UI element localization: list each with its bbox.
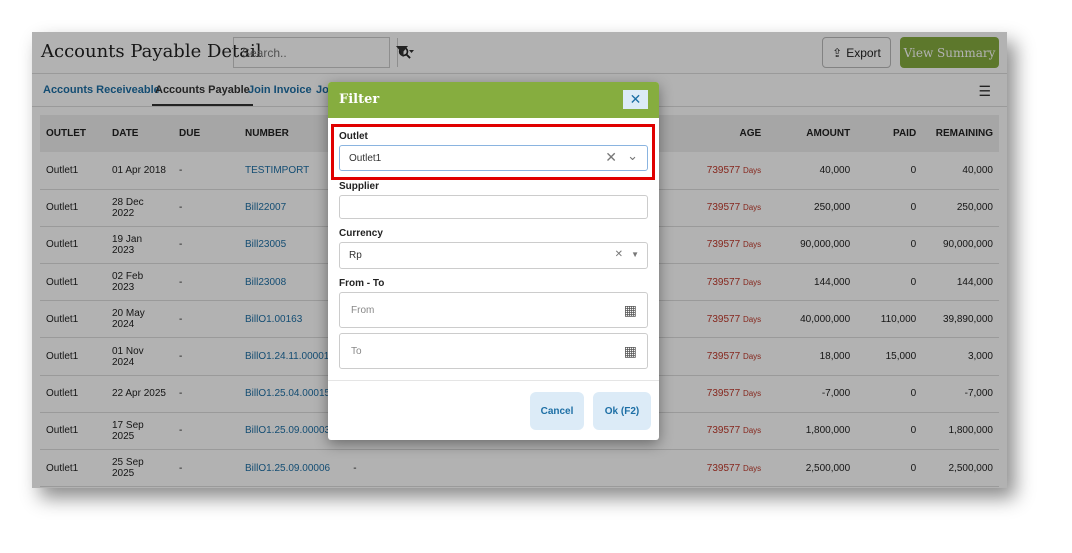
supplier-input[interactable] <box>339 195 648 219</box>
currency-select[interactable]: Rp ✕ ▼ <box>339 242 648 269</box>
calendar-icon[interactable]: ▦ <box>624 343 637 360</box>
outlet-value: Outlet1 <box>349 152 382 164</box>
dialog-divider <box>328 380 659 381</box>
ok-button[interactable]: Ok (F2) <box>593 392 651 430</box>
clear-icon[interactable]: ✕ <box>605 149 617 166</box>
cancel-button[interactable]: Cancel <box>530 392 584 430</box>
filter-dialog: Filter ✕ Outlet Outlet1 ✕ ⌄ Supplier Curr… <box>328 82 659 440</box>
dialog-header: Filter ✕ <box>328 82 659 118</box>
caret-down-icon[interactable]: ▼ <box>631 250 639 259</box>
supplier-label: Supplier <box>339 181 380 192</box>
currency-label: Currency <box>339 228 383 239</box>
currency-value: Rp <box>349 250 362 261</box>
dialog-title: Filter <box>339 92 380 107</box>
outlet-label: Outlet <box>339 131 368 142</box>
app-window: Accounts Payable Detail ⇪Export View Sum… <box>32 32 1007 488</box>
to-placeholder: To <box>351 345 362 357</box>
from-date-input[interactable]: From ▦ <box>339 292 648 328</box>
chevron-down-icon[interactable]: ⌄ <box>627 148 638 164</box>
from-placeholder: From <box>351 304 375 316</box>
range-label: From - To <box>339 278 385 289</box>
calendar-icon[interactable]: ▦ <box>624 302 637 319</box>
to-date-input[interactable]: To ▦ <box>339 333 648 369</box>
close-icon[interactable]: ✕ <box>623 90 648 109</box>
outlet-select[interactable]: Outlet1 ✕ ⌄ <box>339 145 648 171</box>
clear-icon[interactable]: ✕ <box>615 249 623 260</box>
